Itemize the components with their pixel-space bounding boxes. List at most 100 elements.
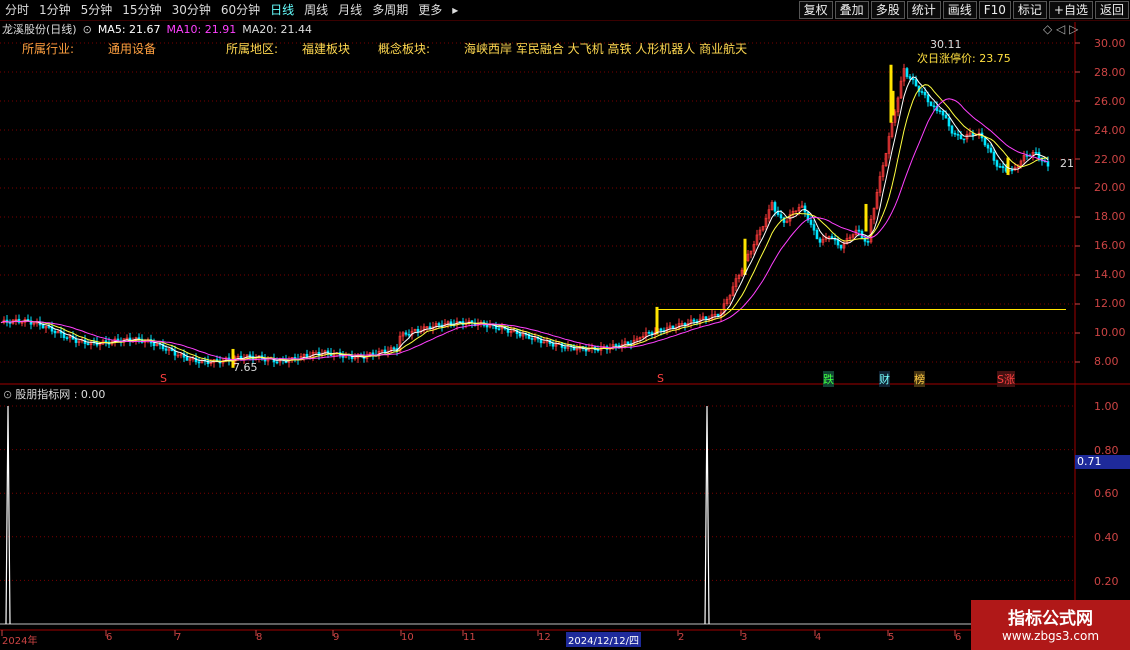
candle-body [995, 160, 999, 167]
candle-body [836, 239, 840, 246]
candle-body [941, 110, 945, 116]
chart-settings-icon[interactable]: ⊙ [83, 23, 92, 36]
date-tick: 7 [175, 632, 182, 643]
date-tick: 10 [401, 632, 414, 643]
limit-up-candle [864, 203, 868, 232]
candle-body [773, 202, 777, 212]
candle-body [647, 332, 651, 334]
candle-body [485, 325, 489, 328]
stock-title: 龙溪股份(日线) [2, 23, 77, 36]
last-price-note: 21 [1060, 157, 1074, 170]
candle-body [905, 68, 909, 77]
limit-up-candle [891, 90, 895, 116]
date-tick: 12 [538, 632, 551, 643]
candle-body [74, 339, 78, 343]
candle-body [908, 76, 912, 79]
indicator-title-bar: ⊙ 股朋指标网 : 0.00 [0, 386, 105, 402]
candle-body [152, 342, 156, 347]
candle-body [1034, 151, 1038, 154]
candle-body [779, 214, 783, 219]
candle-body [923, 91, 927, 96]
candle-body [383, 349, 387, 353]
limit-up-candle [1006, 157, 1010, 175]
region-label: 所属地区: [226, 42, 279, 56]
ma10-label: MA10: 21.91 [166, 22, 237, 36]
candle-body [248, 354, 252, 357]
candle-body [950, 125, 954, 134]
candle-body [947, 117, 951, 127]
event-mark-down[interactable]: 跌 [823, 371, 834, 387]
candle-body [659, 328, 663, 331]
event-mark-s1[interactable]: S [160, 372, 167, 385]
candle-body [812, 224, 816, 231]
price-tick: 16.00 [1094, 239, 1126, 252]
industry-label: 所属行业: [22, 42, 75, 56]
candle-body [1046, 161, 1050, 167]
candle-body [104, 340, 108, 343]
candle-body [932, 105, 936, 108]
ma20-label: MA20: 21.44 [242, 22, 312, 36]
candle-body [803, 205, 807, 213]
candle-body [551, 343, 555, 347]
candle-body [497, 328, 501, 331]
price-tick: 8.00 [1094, 355, 1119, 368]
candle-body [185, 356, 189, 361]
candle-body [914, 79, 918, 87]
price-tick: 20.00 [1094, 181, 1126, 194]
cursor-value-tag: 0.71 [1075, 455, 1130, 469]
industry-value[interactable]: 通用设备 [108, 40, 156, 57]
candle-body [944, 114, 948, 119]
date-tick: 6 [106, 632, 113, 643]
indicator-tick: 0.40 [1094, 531, 1119, 544]
candle-body [704, 316, 708, 320]
candle-body [305, 353, 309, 357]
watermark-title: 指标公式网 [1008, 609, 1093, 629]
date-tick: 2 [678, 632, 685, 643]
candle-body [815, 229, 819, 240]
price-tick: 10.00 [1094, 326, 1126, 339]
candle-body [938, 110, 942, 112]
event-mark-finance[interactable]: 财 [879, 371, 890, 387]
ma-info-bar: 龙溪股份(日线) ⊙ MA5: 21.67 MA10: 21.91 MA20: … [0, 21, 318, 37]
candle-body [962, 138, 966, 141]
kline-chart[interactable] [0, 0, 1130, 650]
price-tick: 26.00 [1094, 95, 1126, 108]
date-tick: 9 [333, 632, 340, 643]
date-cursor-tick: 2024/12/12/四 [566, 632, 642, 647]
date-tick: 6 [955, 632, 962, 643]
date-tick: 2024年 [2, 636, 38, 647]
candle-body [911, 78, 915, 81]
candle-body [671, 325, 675, 329]
date-axis: 2024年 6 7 8 9 10 11 12 2024/12/12/四 2 3 … [0, 632, 1075, 647]
site-watermark: 指标公式网 www.zbgs3.com [971, 600, 1130, 650]
price-tick: 14.00 [1094, 268, 1126, 281]
event-mark-limit-up[interactable]: S涨 [997, 371, 1015, 387]
candle-body [518, 333, 522, 337]
candle-body [929, 101, 933, 107]
limit-up-candle [743, 238, 747, 275]
event-mark-list[interactable]: 榜 [914, 371, 925, 387]
region-value[interactable]: 福建板块 [302, 40, 350, 57]
ma20-line [0, 98, 1049, 361]
candle-body [953, 132, 957, 135]
price-tick: 28.00 [1094, 66, 1126, 79]
indicator-spike [5, 405, 11, 625]
indicator-tick: 0.20 [1094, 575, 1119, 588]
event-mark-s2[interactable]: S [657, 372, 664, 385]
candle-body [530, 338, 534, 340]
candle-body [986, 144, 990, 149]
candle-body [809, 219, 813, 225]
price-tick: 24.00 [1094, 124, 1126, 137]
candle-body [596, 349, 600, 352]
candle-body [992, 151, 996, 161]
candle-body [1001, 166, 1005, 169]
candle-body [416, 328, 420, 332]
concept-value[interactable]: 海峡西岸 军民融合 大飞机 高铁 人形机器人 商业航天 [464, 40, 747, 57]
candle-body [404, 332, 408, 335]
indicator-settings-icon[interactable]: ⊙ [3, 388, 12, 401]
chart-control-icons[interactable]: ◇ ◁ ▷ [1043, 22, 1078, 36]
candle-body [614, 344, 618, 346]
price-tick: 12.00 [1094, 297, 1126, 310]
watermark-url: www.zbgs3.com [1001, 629, 1100, 643]
indicator-title: 股朋指标网 : 0.00 [15, 388, 106, 401]
